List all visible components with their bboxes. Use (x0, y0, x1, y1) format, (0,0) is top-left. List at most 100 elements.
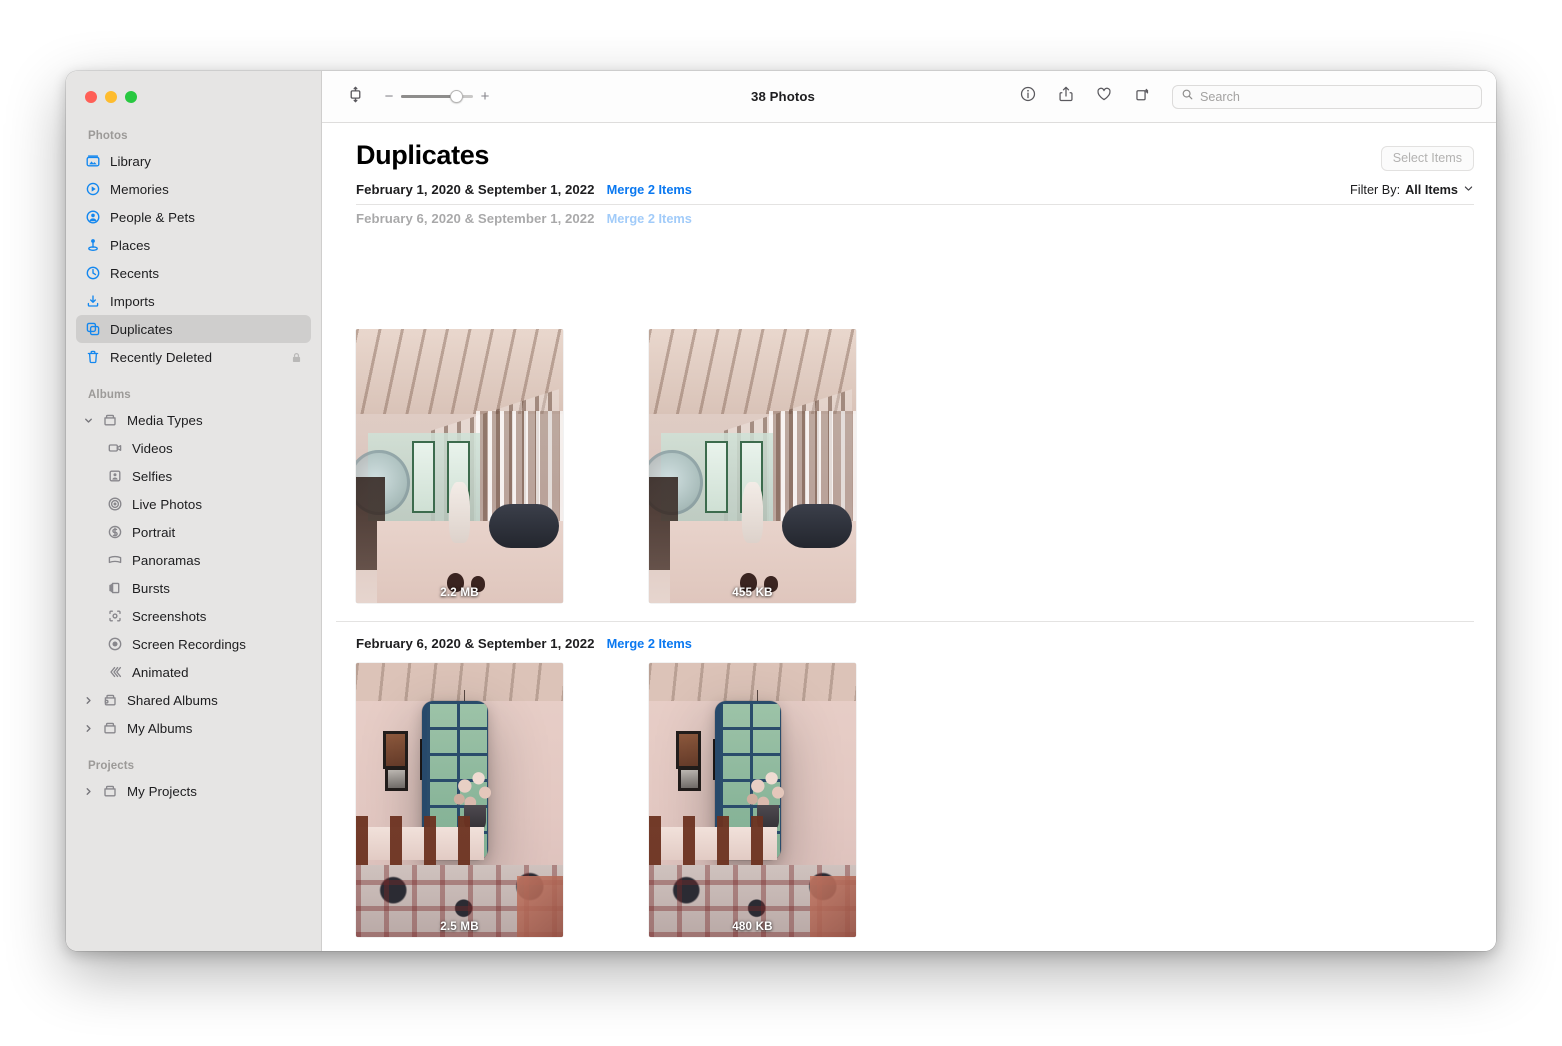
title-row: Duplicates Select Items (336, 123, 1474, 171)
content-area: Duplicates Select Items February 1, 2020… (322, 123, 1496, 951)
sidebar-item-places[interactable]: Places (76, 231, 311, 259)
group-date-label: February 6, 2020 & September 1, 2022 (356, 635, 595, 651)
sidebar-item-label: Selfies (132, 468, 173, 484)
duplicates-icon (84, 321, 101, 338)
sidebar-item-live-photos[interactable]: Live Photos (76, 490, 311, 518)
chevron-right-icon[interactable] (82, 722, 94, 734)
sidebar-item-panoramas[interactable]: Panoramas (76, 546, 311, 574)
sidebar-item-memories[interactable]: Memories (76, 175, 311, 203)
screenshot-icon (106, 608, 123, 625)
photo-tile[interactable]: 2.5 MB (356, 662, 563, 937)
merge-items-link[interactable]: Merge 2 Items (607, 636, 692, 651)
photo-thumbnail (356, 329, 563, 603)
sidebar-item-label: Duplicates (110, 321, 173, 337)
photo-row: 2.2 MB 455 KB (356, 329, 1474, 621)
duplicates-list[interactable]: 2.2 MB 455 KB February 6, 2020 & Septemb… (336, 329, 1474, 951)
places-pin-icon (84, 237, 101, 254)
filter-by-dropdown[interactable]: Filter By: All Items (1350, 183, 1474, 197)
sidebar-item-videos[interactable]: Videos (76, 434, 311, 462)
sidebar-item-duplicates[interactable]: Duplicates (76, 315, 311, 343)
search-icon (1181, 88, 1194, 106)
sidebar-item-shared-albums[interactable]: Shared Albums (76, 686, 311, 714)
info-icon (1019, 85, 1037, 108)
sidebar-item-my-albums[interactable]: My Albums (76, 714, 311, 742)
close-button[interactable] (85, 91, 97, 103)
sidebar-item-label: My Albums (127, 720, 193, 736)
zoom-button[interactable] (125, 91, 137, 103)
portrait-icon (106, 524, 123, 541)
sidebar-item-label: Memories (110, 181, 169, 197)
sidebar-item-bursts[interactable]: Bursts (76, 574, 311, 602)
sidebar-item-label: Shared Albums (127, 692, 218, 708)
zoom-out-label[interactable]: − (384, 89, 394, 104)
sidebar-item-label: Panoramas (132, 552, 201, 568)
sidebar-item-my-projects[interactable]: My Projects (76, 777, 311, 805)
sidebar-item-selfies[interactable]: Selfies (76, 462, 311, 490)
merge-items-link[interactable]: Merge 2 Items (607, 211, 692, 226)
search-input[interactable] (1200, 89, 1473, 104)
sidebar-scroll[interactable]: Photos Library Memories People & Pets Pl… (66, 123, 321, 951)
rotate-icon (1133, 85, 1151, 108)
sidebar-item-label: Imports (110, 293, 155, 309)
slider-fill (401, 95, 456, 98)
filter-by-label: Filter By: (1350, 183, 1401, 197)
merge-items-link[interactable]: Merge 2 Items (607, 182, 692, 197)
lock-icon (290, 351, 303, 364)
sidebar-item-screen-recordings[interactable]: Screen Recordings (76, 630, 311, 658)
pinned-group-header-left: February 1, 2020 & September 1, 2022 Mer… (356, 182, 692, 197)
sidebar-item-portrait[interactable]: Portrait (76, 518, 311, 546)
sidebar-item-label: My Projects (127, 783, 198, 799)
sidebar-item-label: Screenshots (132, 608, 207, 624)
sidebar-item-library[interactable]: Library (76, 147, 311, 175)
search-field[interactable] (1172, 84, 1482, 109)
share-button[interactable] (1054, 85, 1078, 109)
sidebar-item-label: Media Types (127, 412, 203, 428)
zoom-in-label[interactable]: + (480, 89, 490, 104)
pinned-group-header: February 1, 2020 & September 1, 2022 Mer… (336, 171, 1474, 204)
live-photos-icon (106, 496, 123, 513)
slider-knob[interactable] (449, 90, 463, 103)
file-size-badge: 2.2 MB (440, 586, 479, 599)
memories-icon (84, 181, 101, 198)
photo-tile[interactable]: 480 KB (649, 662, 856, 937)
recents-clock-icon (84, 265, 101, 282)
zoom-slider-control[interactable]: − + (384, 89, 490, 104)
chevron-down-icon[interactable] (82, 414, 94, 426)
folder-icon (101, 412, 118, 429)
favorite-button[interactable] (1092, 85, 1116, 109)
zoom-slider[interactable] (401, 90, 473, 104)
shared-folder-icon (101, 692, 118, 709)
photos-app-window: Photos Library Memories People & Pets Pl… (66, 71, 1496, 951)
sidebar-item-media-types[interactable]: Media Types (76, 406, 311, 434)
sidebar-group-projects-title: Projects (88, 760, 135, 772)
window-controls (66, 71, 321, 123)
file-size-badge: 480 KB (732, 919, 773, 933)
folder-icon (101, 783, 118, 800)
sidebar-item-label: Live Photos (132, 496, 203, 512)
sidebar-item-label: People & Pets (110, 209, 195, 225)
info-button[interactable] (1016, 85, 1040, 109)
chevron-down-icon (1463, 183, 1474, 197)
sidebar-item-label: Bursts (132, 580, 170, 596)
sidebar-item-screenshots[interactable]: Screenshots (76, 602, 311, 630)
photo-thumbnail (356, 662, 563, 937)
sidebar-item-recently-deleted[interactable]: Recently Deleted (76, 343, 311, 371)
sidebar-item-imports[interactable]: Imports (76, 287, 311, 315)
sidebar-item-label: Library (110, 153, 151, 169)
file-size-badge: 455 KB (732, 586, 773, 599)
sidebar-item-recents[interactable]: Recents (76, 259, 311, 287)
photo-thumbnail (649, 662, 856, 937)
panorama-icon (106, 552, 123, 569)
minimize-button[interactable] (105, 91, 117, 103)
sidebar-item-animated[interactable]: Animated (76, 658, 311, 686)
sidebar-item-people-pets[interactable]: People & Pets (76, 203, 311, 231)
photo-tile[interactable]: 2.2 MB (356, 329, 563, 603)
group-date-label: February 6, 2020 & September 1, 2022 (356, 210, 595, 226)
chevron-right-icon[interactable] (82, 694, 94, 706)
rotate-button[interactable] (1130, 85, 1154, 109)
select-items-button[interactable]: Select Items (1380, 146, 1474, 171)
photo-tile[interactable]: 455 KB (649, 329, 856, 603)
imports-icon (84, 293, 101, 310)
sidebar-toggle-button[interactable] (340, 84, 370, 110)
chevron-right-icon[interactable] (82, 785, 94, 797)
